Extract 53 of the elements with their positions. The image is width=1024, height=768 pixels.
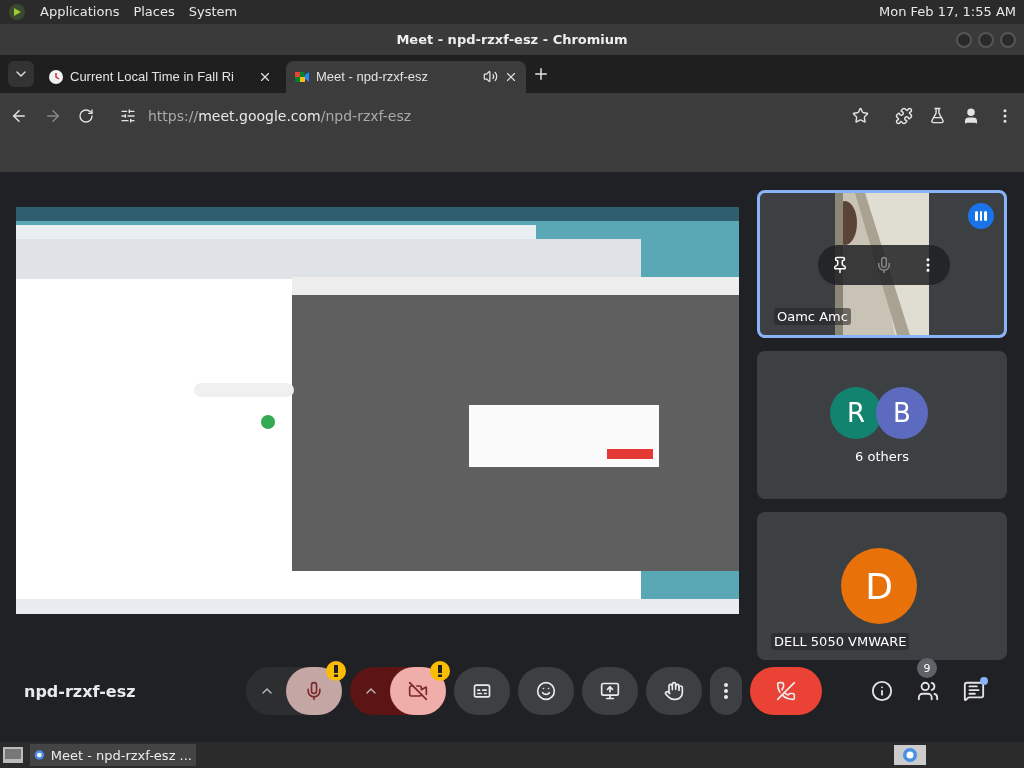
- participant-tile[interactable]: R B 6 others: [757, 351, 1007, 500]
- taskbar-item[interactable]: Meet - npd-rzxf-esz ...: [30, 744, 196, 767]
- more-icon: [724, 683, 728, 700]
- info-icon[interactable]: [871, 680, 893, 703]
- reload-button[interactable]: [78, 107, 94, 124]
- raise-hand-button[interactable]: [646, 667, 702, 716]
- camera-off-icon: [408, 681, 428, 702]
- tab-label: Meet - npd-rzxf-esz: [316, 69, 429, 85]
- bookmark-star-icon[interactable]: [852, 107, 869, 125]
- avatar: B: [876, 387, 928, 439]
- present-screen-icon: [600, 681, 620, 702]
- panel-menu[interactable]: System: [188, 4, 238, 20]
- hand-icon: [664, 681, 684, 702]
- others-label: 6 others: [855, 449, 909, 464]
- participant-tile[interactable]: Oamc Amc: [757, 190, 1007, 339]
- present-button[interactable]: [582, 667, 638, 716]
- browser-icon: [902, 747, 918, 764]
- window-title: Meet - npd-rzxf-esz - Chromium: [396, 31, 628, 47]
- participant-tile[interactable]: D DELL 5050 VMWARE: [757, 512, 1007, 661]
- mic-icon: [875, 256, 893, 275]
- people-count: 9: [917, 658, 937, 679]
- pin-icon[interactable]: [831, 256, 849, 275]
- smiley-icon: [536, 681, 556, 702]
- tray-item[interactable]: [894, 745, 926, 766]
- microphone-button[interactable]: [286, 667, 342, 716]
- tab-search-button[interactable]: [8, 60, 34, 87]
- panel-menu[interactable]: Places: [133, 4, 175, 20]
- chat-icon[interactable]: [963, 680, 985, 703]
- camera-button[interactable]: [390, 667, 446, 716]
- extensions-icon[interactable]: [895, 106, 913, 125]
- browser-tab[interactable]: Current Local Time in Fall Ri: [40, 60, 280, 93]
- site-settings-icon[interactable]: [120, 107, 136, 124]
- leave-call-button[interactable]: [750, 667, 822, 716]
- flask-icon[interactable]: [929, 107, 946, 125]
- microphone-icon: [304, 681, 324, 702]
- browser-tab[interactable]: Meet - npd-rzxf-esz: [286, 60, 526, 93]
- show-desktop-icon[interactable]: [2, 745, 24, 766]
- more-options-button[interactable]: [710, 667, 742, 716]
- tab-label: Current Local Time in Fall Ri: [70, 69, 235, 85]
- clock-icon: [48, 68, 64, 85]
- hang-up-icon: [776, 681, 796, 702]
- captions-button[interactable]: [454, 667, 510, 716]
- app-menu-icon[interactable]: [8, 2, 26, 21]
- profile-icon[interactable]: [962, 106, 980, 125]
- panel-menu[interactable]: Applications: [40, 4, 120, 20]
- avatar: D: [841, 548, 917, 625]
- emoji-button[interactable]: [518, 667, 574, 716]
- meeting-code: npd-rzxf-esz: [24, 682, 137, 701]
- url-text[interactable]: https://meet.google.com/npd-rzxf-esz: [148, 107, 412, 124]
- clock: Mon Feb 17, 1:55 AM: [879, 4, 1016, 20]
- people-icon[interactable]: [917, 680, 939, 703]
- participant-name: DELL 5050 VMWARE: [771, 633, 910, 651]
- participant-name: Oamc Amc: [774, 308, 851, 326]
